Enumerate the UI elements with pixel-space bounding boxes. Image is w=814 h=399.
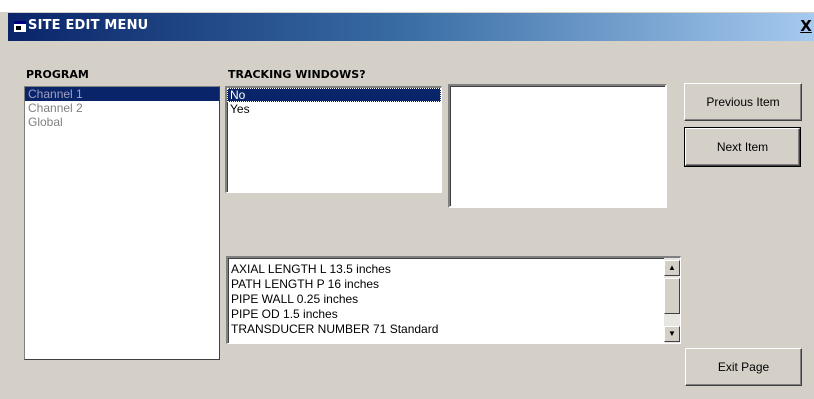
summary-line: AXIAL LENGTH L 13.5 inches [231,262,391,276]
tracking-list-item[interactable]: Yes [227,102,441,116]
summary-line: PIPE OD 1.5 inches [231,307,338,321]
close-button[interactable]: X [798,16,814,36]
next-item-button[interactable]: Next Item [684,127,801,167]
summary-scrollbar[interactable]: ▲ ▼ [664,258,680,343]
program-label: PROGRAM [26,68,89,81]
summary-line: PATH LENGTH P 16 inches [231,277,380,291]
close-icon[interactable]: X [800,17,812,35]
summary-line: TRANSDUCER NUMBER 71 Standard [231,322,439,336]
value-display-box [448,84,667,208]
program-list-item[interactable]: Channel 2 [25,101,219,115]
window-app-icon [14,21,26,32]
scroll-down-icon[interactable]: ▼ [664,326,680,342]
previous-item-button[interactable]: Previous Item [684,83,802,121]
program-list-item[interactable]: Global [25,115,219,129]
title-bar[interactable]: SITE EDIT MENU X [8,13,814,41]
window-title: SITE EDIT MENU [28,18,149,33]
tracking-listbox[interactable]: No Yes [225,86,442,193]
scroll-thumb[interactable] [664,278,680,314]
program-listbox[interactable]: Channel 1 Channel 2 Global [24,86,220,360]
exit-page-button[interactable]: Exit Page [685,348,802,386]
program-list-item[interactable]: Channel 1 [25,87,219,101]
scroll-up-icon[interactable]: ▲ [664,260,680,276]
tracking-label: TRACKING WINDOWS? [228,68,366,81]
summary-line: PIPE WALL 0.25 inches [231,292,359,306]
tracking-list-item[interactable]: No [227,88,441,102]
site-summary-listbox[interactable]: AXIAL LENGTH L 13.5 inches PATH LENGTH P … [226,256,681,344]
